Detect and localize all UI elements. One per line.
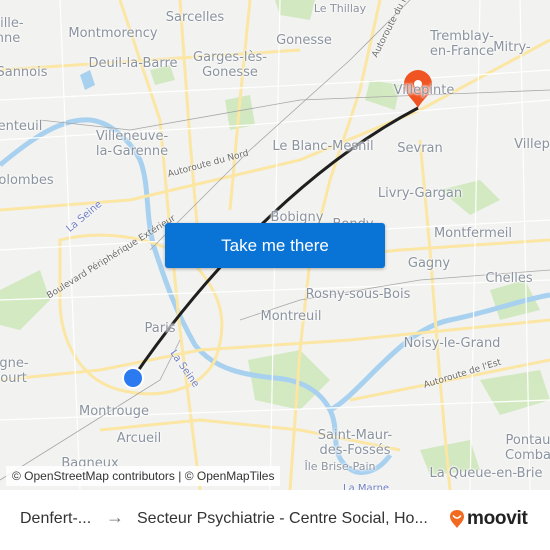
place-label-le-blanc-mesnil: Le Blanc-Mesnil [272, 139, 374, 154]
place-label-paris: Paris [144, 321, 176, 336]
place-label-montrouge: Montrouge [78, 404, 150, 419]
map[interactable]: Sarcelles Montmorency Deuil-la-Barre Garges… [0, 0, 550, 490]
footer-bar: Denfert-... → Secteur Psychiatrie - Cent… [0, 490, 550, 550]
place-label-rosny-sous-bois: Rosny-sous-Bois [305, 287, 411, 302]
arrow-right-icon: → [106, 507, 124, 527]
moovit-logo[interactable]: moovit [449, 508, 528, 530]
place-label-montfermeil: Montfermeil [433, 226, 513, 241]
place-label-montmorency: Montmorency [68, 26, 158, 41]
place-label-mitry: Mitry- [493, 40, 531, 55]
map-attribution[interactable]: © OpenStreetMap contributors | © OpenMap… [6, 466, 281, 486]
destination-name: Secteur Psychiatrie - Centre Social, Ho.… [137, 510, 428, 527]
rivers [0, 117, 550, 475]
place-label-noisy-le-grand: Noisy-le-Grand [403, 336, 501, 351]
lake [80, 70, 95, 90]
place-label-ville-nne: ville-nne [0, 16, 24, 46]
place-label-sevran: Sevran [397, 141, 443, 156]
place-label-tremblay-en-france: Tremblay-en-France [429, 29, 495, 59]
place-label-sarcelles: Sarcelles [165, 10, 225, 25]
take-me-there-button[interactable]: Take me there [165, 223, 385, 268]
place-label-gagny: Gagny [407, 256, 451, 271]
place-label-arcueil: Arcueil [116, 431, 162, 446]
place-label-enteuil: enteuil [0, 119, 43, 134]
place-label-saint-maur-des-foss-s: Saint-Maur-des-Fossés [317, 428, 393, 458]
place-label-le-thillay: Le Thillay [313, 2, 367, 15]
place-label-le-brise-pain: Île Brise-Pain [304, 460, 376, 473]
moovit-wordmark: moovit [467, 508, 528, 529]
water-label-la-marne: La Marne [343, 483, 390, 490]
place-label-pontau-comba: Pontau Comba [505, 433, 550, 463]
place-label-deuil-la-barre: Deuil-la-Barre [88, 56, 178, 71]
place-label-villeneuve-la-garenne: Villeneuve-la-Garenne [95, 129, 169, 159]
moovit-pin-icon [450, 510, 464, 528]
place-label-livry-gargan: Livry-Gargan [377, 186, 463, 201]
place-label-villepinte: Villepinte [393, 83, 455, 98]
origin-marker[interactable] [124, 369, 142, 387]
place-label-garges-l-s-gonesse: Garges-lès- Gonesse [193, 50, 267, 80]
place-label-gonesse: Gonesse [276, 33, 332, 48]
place-label-la-queue-en-brie: La Queue-en-Brie [429, 466, 543, 481]
place-label-sannois: Sannois [0, 65, 48, 80]
place-label-ogne-court: ogne-court [0, 356, 29, 386]
origin-stop-name: Denfert-... [20, 510, 92, 527]
place-label-chelles: Chelles [485, 271, 533, 286]
place-label-montreuil: Montreuil [260, 309, 322, 324]
place-label-olombes: olombes [0, 173, 54, 188]
place-label-villep: Villep [514, 137, 550, 152]
